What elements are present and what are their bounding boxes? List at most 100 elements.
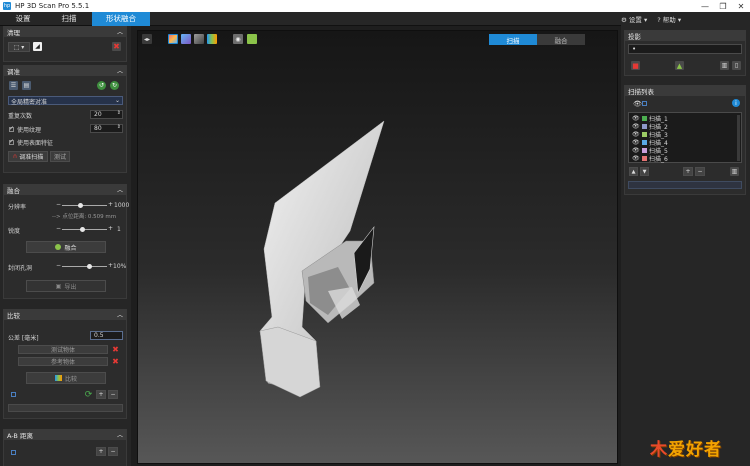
test-button[interactable]: 测试 xyxy=(50,151,70,162)
tolerance-label: 公差 [毫米] xyxy=(8,335,39,342)
eye-icon[interactable]: 👁 xyxy=(632,147,640,154)
compare-icon xyxy=(54,375,62,381)
scan-color-swatch xyxy=(642,116,647,121)
magnet-icon: ∩ xyxy=(12,153,18,160)
collapse-icon[interactable]: ︿ xyxy=(117,185,123,194)
list-view-icon[interactable]: ☰ xyxy=(9,81,18,90)
tab-settings[interactable]: 设置 xyxy=(0,12,46,26)
eye-icon[interactable]: 👁 xyxy=(633,100,642,108)
fill-holes-label: 封闭孔洞 xyxy=(8,265,33,272)
remove-scan-button[interactable]: − xyxy=(695,167,705,176)
minimize-icon[interactable]: — xyxy=(696,0,714,12)
compare-checkbox[interactable] xyxy=(11,392,16,397)
redo-icon[interactable]: ↻ xyxy=(110,81,119,90)
list-item[interactable]: 👁 扫描_1 xyxy=(632,115,740,123)
compare-title: 比较 xyxy=(7,312,20,320)
app-logo-icon: hp xyxy=(3,2,11,10)
export-button[interactable]: ▣ 导出 xyxy=(26,280,106,292)
copy-icon[interactable]: ▯ xyxy=(732,61,741,70)
collapse-icon[interactable]: ︿ xyxy=(117,310,123,319)
compare-panel: 比较 ︿ 公差 [毫米] 0.5 测试物体 ✖ 参考物体 ✖ 比较 ⟳ + − xyxy=(3,309,127,419)
use-texture-input[interactable]: 80 ⇕ xyxy=(90,124,123,133)
resolution-slider[interactable] xyxy=(62,205,107,206)
scan-color-swatch xyxy=(642,140,647,145)
tab-shape-fusion[interactable]: 形状融合 xyxy=(92,11,150,26)
resolution-slider-handle[interactable] xyxy=(78,203,83,208)
window-title: HP 3D Scan Pro 5.5.1 xyxy=(15,2,90,10)
remove-button[interactable]: − xyxy=(108,447,118,456)
add-button[interactable]: + xyxy=(96,390,106,399)
refresh-icon[interactable]: ⟳ xyxy=(84,390,93,400)
eye-icon[interactable]: 👁 xyxy=(632,139,640,146)
scan-list: 👁 扫描_1 👁 扫描_2 👁 扫描_3 👁 扫描_4 👁 扫描_5 👁 扫描_… xyxy=(628,112,742,163)
remove-projection-icon[interactable]: ■ xyxy=(631,61,640,70)
list-item[interactable]: 👁 扫描_5 xyxy=(632,147,740,155)
sharpness-value: 1 xyxy=(117,226,121,233)
sharpness-slider-handle[interactable] xyxy=(80,227,85,232)
delete-icon[interactable]: ✖ xyxy=(112,42,121,51)
plus-icon[interactable]: + xyxy=(108,201,113,208)
list-item[interactable]: 👁 扫描_3 xyxy=(632,131,740,139)
info-icon[interactable]: i xyxy=(732,99,740,107)
undo-icon[interactable]: ↺ xyxy=(97,81,106,90)
grid-view-icon[interactable]: ▤ xyxy=(22,81,31,90)
title-bar: hp HP 3D Scan Pro 5.5.1 — ❐ ✕ xyxy=(0,0,750,12)
minus-icon[interactable]: − xyxy=(56,201,61,208)
collapse-icon[interactable]: ︿ xyxy=(117,430,123,439)
move-up-button[interactable]: ▲ xyxy=(629,167,638,176)
stepper-icon[interactable]: ⇕ xyxy=(117,124,121,130)
collapse-icon[interactable]: ︿ xyxy=(117,66,123,75)
fuse-button[interactable]: 融合 xyxy=(26,241,106,253)
clear-test-object-icon[interactable]: ✖ xyxy=(111,345,120,354)
fusion-title: 融合 xyxy=(7,187,20,195)
maximize-icon[interactable]: ❐ xyxy=(714,0,732,12)
list-item[interactable]: 👁 扫描_6 xyxy=(632,155,740,163)
add-button[interactable]: + xyxy=(96,447,106,456)
lasso-icon[interactable]: ◢ xyxy=(33,42,42,51)
move-down-button[interactable]: ▼ xyxy=(640,167,649,176)
minus-icon[interactable]: − xyxy=(56,225,61,232)
use-texture-checkbox[interactable] xyxy=(9,125,14,132)
settings-menu[interactable]: ⚙ 设置 ▾ xyxy=(621,14,647,24)
use-surface-label: 使用表面特征 xyxy=(17,140,54,147)
remove-button[interactable]: − xyxy=(108,390,118,399)
close-icon[interactable]: ✕ xyxy=(732,0,750,12)
scan-color-swatch xyxy=(642,148,647,153)
selection-tool-button[interactable]: ⬚ ▾ xyxy=(8,42,30,52)
use-surface-checkbox[interactable] xyxy=(9,138,14,145)
test-object-button[interactable]: 测试物体 xyxy=(18,345,108,354)
clear-reference-object-icon[interactable]: ✖ xyxy=(111,357,120,366)
compare-button[interactable]: 比较 xyxy=(26,372,106,384)
eye-icon[interactable]: 👁 xyxy=(632,131,640,138)
left-panel: 清理 ︿ ⬚ ▾ ◢ ✖ 调准 ︿ ☰ ▤ ↺ ↻ 全局精密对准 ⌄ 重复次数 20… xyxy=(0,26,131,466)
help-menu[interactable]: ? 帮助 ▾ xyxy=(657,14,681,24)
projector-icon[interactable]: ▲ xyxy=(675,61,684,70)
trash-icon[interactable]: ▥ xyxy=(730,167,739,176)
reference-object-button[interactable]: 参考物体 xyxy=(18,357,108,366)
eye-icon[interactable]: 👁 xyxy=(632,123,640,130)
align-title: 调准 xyxy=(7,68,20,76)
list-item[interactable]: 👁 扫描_2 xyxy=(632,123,740,131)
3d-viewport[interactable]: ◂▸ ◉ 扫描 融合 xyxy=(137,30,618,464)
align-mode-select[interactable]: 全局精密对准 ⌄ xyxy=(8,96,123,106)
fill-holes-slider-handle[interactable] xyxy=(87,264,92,269)
scan-list-scrollbar[interactable] xyxy=(737,115,740,161)
eye-icon[interactable]: 👁 xyxy=(632,155,640,162)
stepper-icon[interactable]: ⇕ xyxy=(117,110,121,116)
tolerance-input[interactable]: 0.5 xyxy=(90,331,123,340)
collapse-icon[interactable]: ︿ xyxy=(117,27,123,36)
select-all-checkbox[interactable] xyxy=(642,101,647,106)
plus-icon[interactable]: + xyxy=(108,225,113,232)
fill-holes-slider[interactable] xyxy=(62,266,107,267)
ab-checkbox[interactable] xyxy=(11,450,16,455)
minus-icon[interactable]: − xyxy=(56,262,61,269)
eye-icon[interactable]: 👁 xyxy=(632,115,640,122)
align-scans-button[interactable]: ∩ 调准扫描 xyxy=(8,151,48,162)
list-item[interactable]: 👁 扫描_4 xyxy=(632,139,740,147)
projection-select[interactable]: • xyxy=(628,44,742,54)
iterations-input[interactable]: 20 ⇕ xyxy=(90,110,123,119)
tab-scan[interactable]: 扫描 xyxy=(46,12,92,26)
trash-icon[interactable]: ▥ xyxy=(720,61,729,70)
add-scan-button[interactable]: + xyxy=(683,167,693,176)
trim-title: 清理 xyxy=(7,29,20,37)
